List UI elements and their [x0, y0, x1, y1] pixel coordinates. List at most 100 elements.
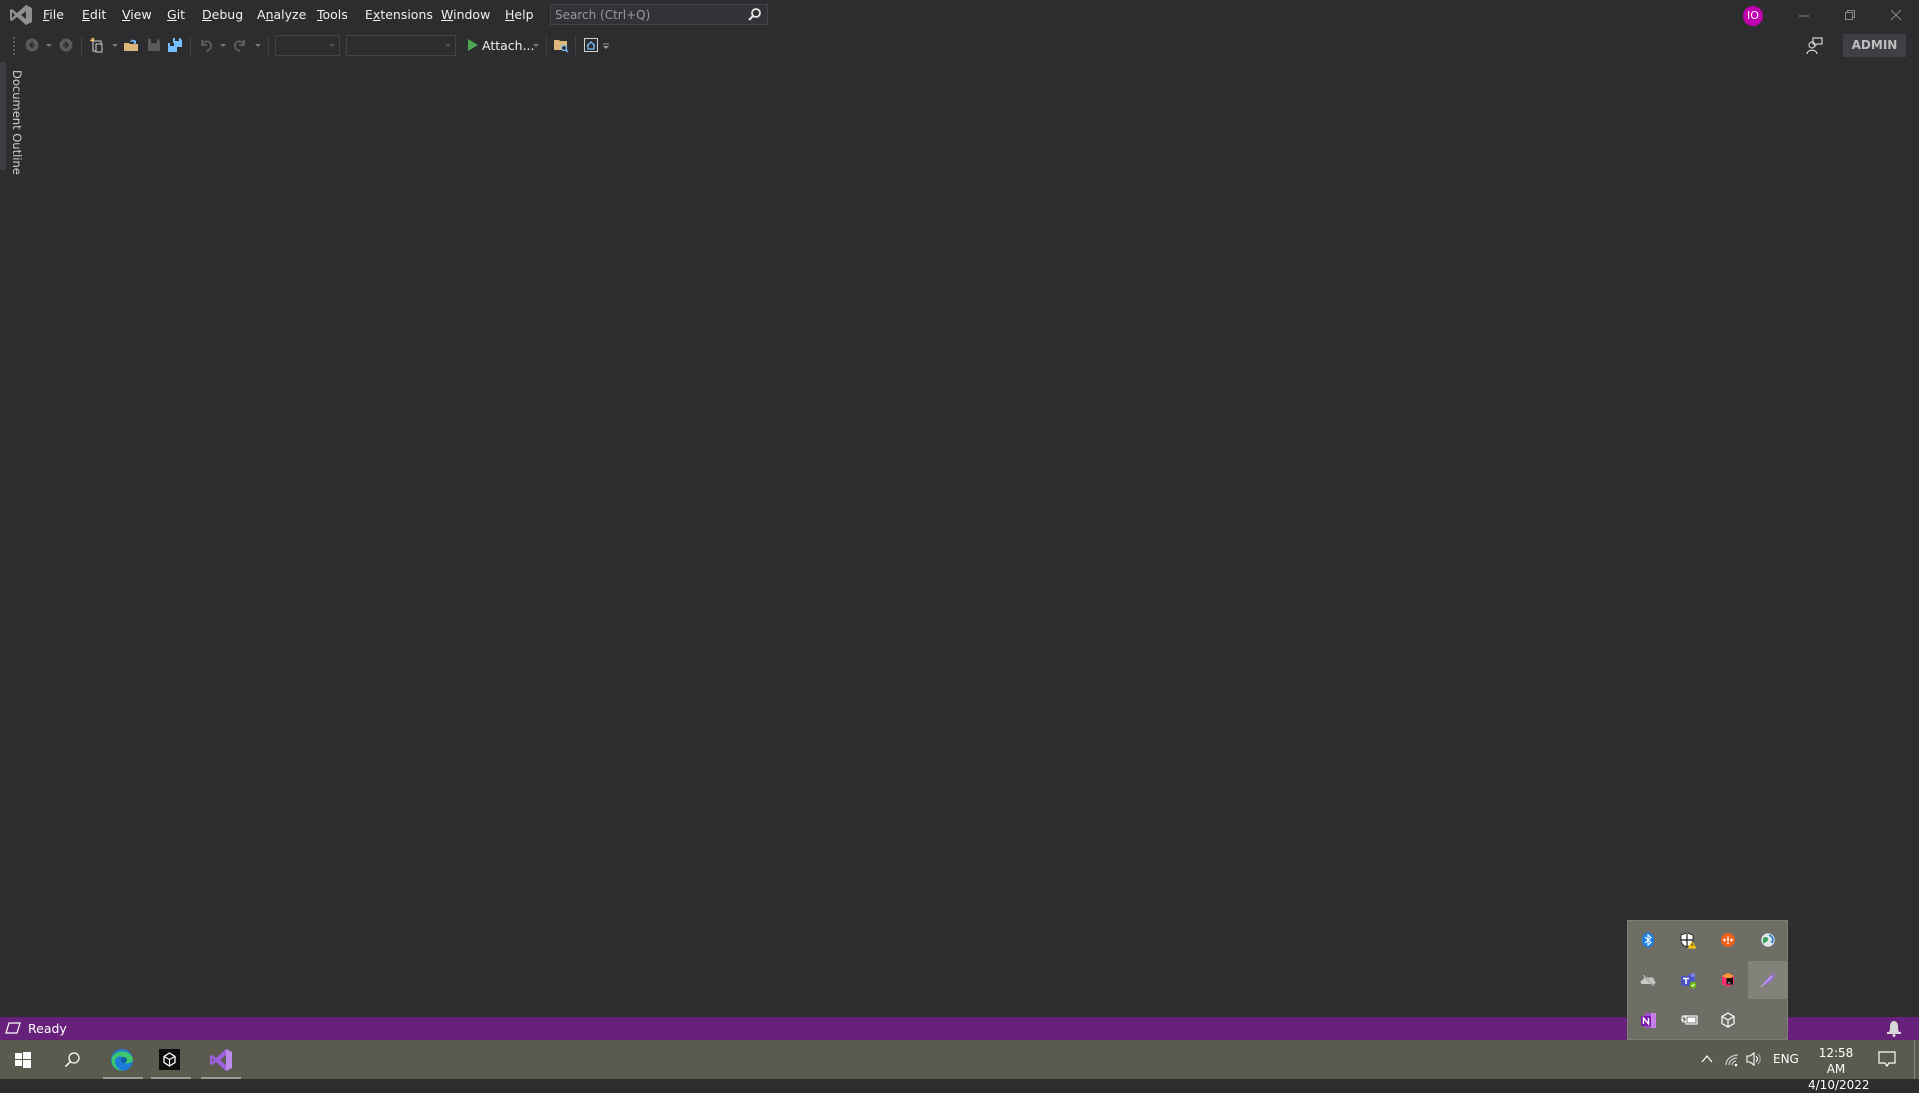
- visual-studio-icon: [210, 1049, 232, 1071]
- search-box[interactable]: [550, 4, 768, 25]
- chevron-down-icon: [445, 44, 451, 47]
- new-project-icon[interactable]: [89, 37, 105, 53]
- minimize-button[interactable]: [1782, 0, 1828, 30]
- show-desktop-button[interactable]: [1914, 1040, 1915, 1079]
- side-tab-rail: [0, 62, 6, 170]
- navigate-back-icon[interactable]: [24, 37, 40, 53]
- menu-edit[interactable]: Edit: [82, 7, 106, 22]
- toolbar-separator: [546, 36, 547, 56]
- solution-explorer-home-icon[interactable]: [583, 37, 599, 53]
- toolbar-separator: [81, 36, 82, 56]
- find-in-files-folder-icon[interactable]: [553, 37, 569, 53]
- undo-icon[interactable]: [198, 37, 214, 53]
- cube-app-icon: [1722, 973, 1734, 987]
- action-center-notification-icon[interactable]: [1878, 1051, 1896, 1068]
- start-debug-play-icon[interactable]: [465, 37, 481, 53]
- tray-item-onenote[interactable]: [1628, 1001, 1668, 1039]
- defender-warning-icon: [1680, 932, 1697, 949]
- admin-badge: ADMIN: [1843, 34, 1906, 57]
- redo-dropdown[interactable]: [255, 44, 261, 47]
- save-all-icon[interactable]: [167, 37, 183, 53]
- tray-item-cube-app[interactable]: [1708, 961, 1748, 999]
- close-icon: [1891, 10, 1902, 21]
- network-wifi-icon[interactable]: [1724, 1051, 1740, 1067]
- menu-help[interactable]: Help: [505, 7, 534, 22]
- solution-configurations-combo[interactable]: [275, 35, 340, 56]
- feedback-icon[interactable]: [1805, 37, 1823, 55]
- tray-item-feather[interactable]: [1748, 961, 1788, 999]
- taskbar-search-button[interactable]: [48, 1040, 96, 1079]
- chevron-down-icon: [329, 44, 335, 47]
- search-icon[interactable]: [747, 7, 762, 22]
- search-input[interactable]: [555, 6, 740, 23]
- clock-date: 4/10/2022: [1808, 1078, 1870, 1092]
- tray-item-onedrive[interactable]: [1628, 961, 1668, 999]
- solution-platforms-combo[interactable]: [346, 35, 456, 56]
- tray-item-bluetooth[interactable]: [1628, 921, 1668, 959]
- restore-icon: [1845, 10, 1855, 20]
- new-project-dropdown[interactable]: [112, 44, 118, 47]
- menu-git[interactable]: Git: [167, 7, 185, 22]
- notifications-bell-icon[interactable]: [1886, 1020, 1902, 1037]
- windows-taskbar: ENG 12:58 AM 4/10/2022: [0, 1040, 1919, 1092]
- edge-icon: [111, 1049, 133, 1071]
- menu-file[interactable]: File: [43, 7, 64, 22]
- taskbar-app-unity[interactable]: [147, 1040, 195, 1079]
- save-icon[interactable]: [146, 37, 162, 53]
- bluetooth-icon: [1642, 932, 1654, 948]
- close-button[interactable]: [1874, 0, 1919, 30]
- attach-button[interactable]: Attach...: [482, 38, 535, 53]
- account-avatar[interactable]: IO: [1743, 6, 1763, 26]
- menu-view[interactable]: View: [122, 7, 152, 22]
- open-file-icon[interactable]: [123, 37, 139, 53]
- search-icon: [64, 1052, 80, 1068]
- windows-start-icon: [15, 1052, 31, 1068]
- toolbar-separator: [268, 36, 269, 56]
- tray-item-globe-sync[interactable]: [1748, 921, 1788, 959]
- tray-item-teams[interactable]: [1668, 961, 1708, 999]
- attach-dropdown[interactable]: [533, 44, 539, 47]
- volume-speaker-icon[interactable]: [1746, 1051, 1764, 1067]
- battery-plugged-icon: [1681, 1015, 1698, 1025]
- editor-area: [30, 62, 1919, 1017]
- standard-toolbar: Attach...: [0, 30, 1919, 62]
- menu-tools[interactable]: Tools: [317, 7, 348, 22]
- status-text: Ready: [28, 1021, 67, 1036]
- tray-overflow-flyout: [1627, 920, 1788, 1040]
- toolbar-separator: [575, 36, 576, 56]
- navigate-back-dropdown[interactable]: [46, 44, 52, 47]
- clock[interactable]: 12:58 AM 4/10/2022: [1808, 1045, 1870, 1093]
- toolbar-separator: [190, 36, 191, 56]
- redo-icon[interactable]: [232, 37, 248, 53]
- input-language-indicator[interactable]: ENG: [1773, 1052, 1799, 1066]
- start-button[interactable]: [0, 1040, 48, 1079]
- tray-item-battery[interactable]: [1668, 1001, 1708, 1039]
- orange-app-icon: [1721, 933, 1735, 947]
- globe-sync-icon: [1760, 932, 1776, 948]
- unity-hub-icon: [1721, 1012, 1735, 1028]
- document-outline-tab[interactable]: Document Outline: [8, 70, 28, 175]
- toolbar-overflow-icon[interactable]: [601, 40, 611, 50]
- unity-icon: [163, 1052, 176, 1067]
- restore-button[interactable]: [1828, 0, 1874, 30]
- taskbar-app-visual-studio[interactable]: [197, 1040, 245, 1079]
- clock-time: 12:58 AM: [1818, 1046, 1854, 1076]
- visual-studio-logo-icon: [10, 5, 32, 25]
- toolbar-grip[interactable]: [12, 36, 16, 56]
- taskbar-app-edge[interactable]: [99, 1040, 147, 1079]
- status-ready-icon: [5, 1022, 21, 1034]
- feather-icon: [1760, 973, 1775, 988]
- undo-dropdown[interactable]: [220, 44, 226, 47]
- teams-icon: [1681, 973, 1697, 989]
- menu-window[interactable]: Window: [441, 7, 490, 22]
- tray-item-windows-security[interactable]: [1668, 921, 1708, 959]
- menu-debug[interactable]: Debug: [202, 7, 243, 22]
- tray-item-unity-hub[interactable]: [1708, 1001, 1748, 1039]
- onenote-icon: [1641, 1013, 1656, 1028]
- show-hidden-icons-chevron-up-icon[interactable]: [1701, 1054, 1713, 1063]
- menu-extensions[interactable]: Extensions: [365, 7, 433, 22]
- onedrive-off-icon: [1640, 974, 1656, 987]
- tray-item-orange-app[interactable]: [1708, 921, 1748, 959]
- menu-analyze[interactable]: Analyze: [257, 7, 306, 22]
- navigate-forward-icon[interactable]: [58, 37, 74, 53]
